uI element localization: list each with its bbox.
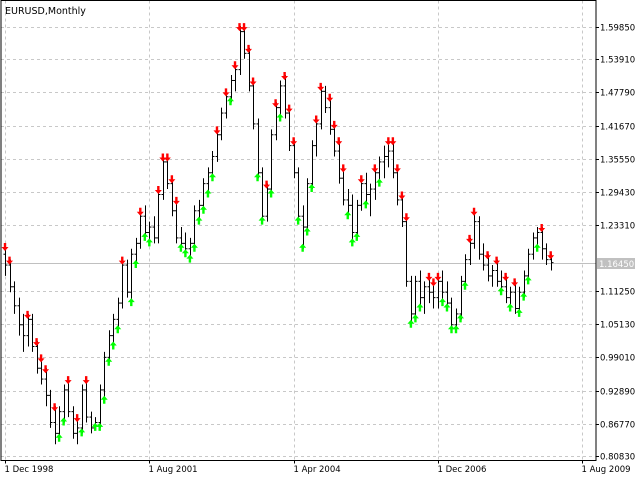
current-price-tag: 1.16450 — [597, 258, 635, 270]
chart-background — [0, 0, 640, 480]
y-tick-label: 0.92890 — [600, 388, 635, 398]
y-tick-label: 1.35550 — [600, 156, 635, 166]
y-tick-label: 0.99010 — [600, 354, 635, 364]
y-tick-label: 0.86770 — [600, 421, 635, 431]
y-tick-label: 1.05130 — [600, 321, 635, 331]
y-tick-label: 1.41670 — [600, 123, 635, 133]
y-tick-label: 0.80830 — [600, 453, 635, 463]
chart-title: EURUSD,Monthly — [5, 6, 86, 17]
x-tick-label: 1 Aug 2009 — [582, 465, 631, 475]
x-tick-label: 1 Aug 2001 — [149, 465, 198, 475]
y-tick-label: 1.53910 — [600, 56, 635, 66]
current-price-label: 1.16450 — [599, 260, 634, 270]
y-tick-label: 1.59850 — [600, 24, 635, 34]
x-tick-label: 1 Dec 1998 — [5, 465, 54, 475]
y-tick-label: 1.47790 — [600, 89, 635, 99]
y-tick-label: 1.23310 — [600, 222, 635, 232]
y-tick-label: 1.29430 — [600, 189, 635, 199]
x-tick-label: 1 Apr 2004 — [294, 465, 341, 475]
x-tick-label: 1 Dec 2006 — [438, 465, 487, 475]
eurusd-monthly-chart: 1.59850 1.53910 1.47790 1.41670 1.35550 1.294… — [0, 0, 640, 480]
y-tick-label: 1.11250 — [600, 288, 635, 298]
